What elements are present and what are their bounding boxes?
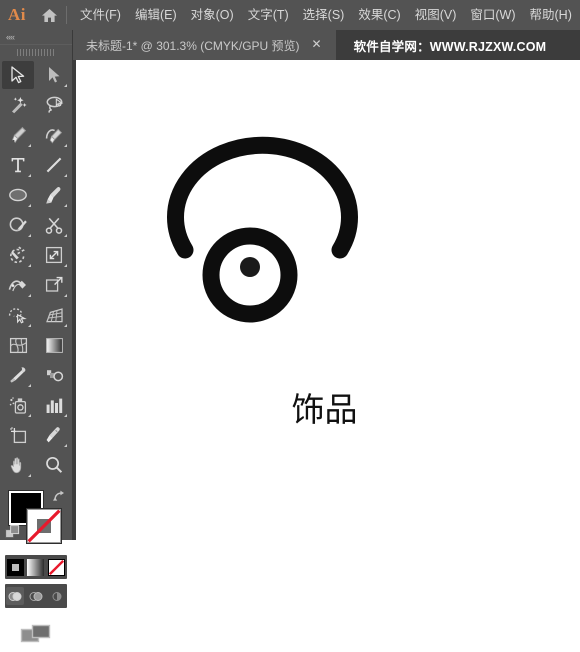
tool-flyout-indicator	[28, 294, 31, 297]
tool-flyout-indicator	[28, 474, 31, 477]
draw-normal-button[interactable]	[6, 587, 25, 605]
curvature-tool[interactable]	[38, 121, 70, 149]
artboard-tool[interactable]	[2, 421, 34, 449]
tool-flyout-indicator	[64, 144, 67, 147]
home-icon[interactable]	[34, 0, 64, 30]
tool-flyout-indicator	[64, 324, 67, 327]
collapse-panel-icon[interactable]: ««	[6, 32, 15, 42]
menu-type[interactable]: 文字(T)	[241, 0, 296, 30]
mesh-tool[interactable]	[2, 331, 34, 359]
draw-inside-icon	[52, 591, 62, 601]
free-transform-tool[interactable]	[38, 271, 70, 299]
paintbrush-tool[interactable]	[38, 181, 70, 209]
tool-flyout-indicator	[64, 234, 67, 237]
tool-flyout-indicator	[64, 204, 67, 207]
none-icon	[49, 559, 65, 575]
draw-behind-icon	[29, 591, 43, 601]
tool-flyout-indicator	[28, 234, 31, 237]
menu-effect[interactable]: 效果(C)	[351, 0, 407, 30]
drag-grip-icon	[17, 48, 55, 56]
menu-file[interactable]: 文件(F)	[73, 0, 128, 30]
blend-tool[interactable]	[38, 361, 70, 389]
watermark-text: 软件自学网：WWW.RJZXW.COM	[353, 39, 547, 54]
stroke-color-swatch[interactable]	[27, 509, 61, 543]
draw-normal-icon	[8, 591, 22, 601]
shape-builder-tool[interactable]	[2, 301, 34, 329]
pendant-center-dot	[240, 257, 260, 277]
menu-edit[interactable]: 编辑(E)	[128, 0, 184, 30]
tool-flyout-indicator	[28, 264, 31, 267]
eyedropper-tool[interactable]	[2, 361, 34, 389]
shaper-tool[interactable]	[2, 211, 34, 239]
tool-grid	[0, 59, 72, 481]
zoom-tool[interactable]	[38, 451, 70, 479]
stroke-none-indicator	[27, 509, 61, 543]
menu-select[interactable]: 选择(S)	[296, 0, 352, 30]
menu-window[interactable]: 窗口(W)	[463, 0, 522, 30]
menu-object[interactable]: 对象(O)	[184, 0, 241, 30]
tool-flyout-indicator	[28, 324, 31, 327]
scale-tool[interactable]	[38, 241, 70, 269]
tool-flyout-indicator	[28, 144, 31, 147]
swap-fill-stroke-icon[interactable]	[53, 489, 67, 507]
tool-flyout-indicator	[64, 264, 67, 267]
illustrator-window: Ai 文件(F) 编辑(E) 对象(O) 文字(T) 选择(S) 效果(C) 视…	[0, 0, 580, 643]
artwork-caption[interactable]: 饰品	[277, 388, 372, 432]
solid-color-icon	[11, 563, 19, 571]
gradient-mode-button[interactable]	[27, 558, 45, 576]
selection-tool[interactable]	[2, 61, 34, 89]
pen-tool[interactable]	[2, 121, 34, 149]
tool-flyout-indicator	[64, 444, 67, 447]
tool-flyout-indicator	[64, 294, 67, 297]
rotate-tool[interactable]	[2, 241, 34, 269]
symbol-sprayer-tool[interactable]	[2, 391, 34, 419]
scissors-tool[interactable]	[38, 211, 70, 239]
document-tab-bar: 未标题-1* @ 301.3% (CMYK/GPU 预览) ✕ 软件自学网：WW…	[72, 30, 580, 60]
none-mode-button[interactable]	[48, 558, 66, 576]
magic-wand-tool[interactable]	[2, 91, 34, 119]
draw-inside-button[interactable]	[48, 587, 66, 605]
tool-flyout-indicator	[28, 384, 31, 387]
tool-flyout-indicator	[28, 204, 31, 207]
tool-flyout-indicator	[28, 174, 31, 177]
tool-flyout-indicator	[64, 84, 67, 87]
width-tool[interactable]	[2, 271, 34, 299]
change-screen-mode-button[interactable]	[0, 616, 72, 652]
screen-mode-icon	[20, 624, 51, 643]
artboard[interactable]: 饰品	[72, 60, 580, 540]
canvas-area[interactable]: 饰品	[72, 60, 580, 540]
tools-panel-header: ««	[0, 30, 72, 45]
canvas-left-border	[72, 60, 76, 540]
slice-tool[interactable]	[38, 421, 70, 449]
tool-flyout-indicator	[64, 174, 67, 177]
document-tab-title: 未标题-1* @ 301.3% (CMYK/GPU 预览)	[86, 38, 300, 53]
gradient-tool[interactable]	[38, 331, 70, 359]
drawing-mode-row	[5, 584, 67, 608]
tools-panel: ««	[0, 30, 73, 643]
color-mode-row	[5, 555, 67, 579]
default-fill-stroke-icon[interactable]	[5, 525, 21, 546]
menu-item-list: 文件(F) 编辑(E) 对象(O) 文字(T) 选择(S) 效果(C) 视图(V…	[73, 0, 579, 30]
menu-divider	[66, 6, 67, 24]
jewelry-necklace-artwork[interactable]	[72, 60, 580, 540]
line-segment-tool[interactable]	[38, 151, 70, 179]
perspective-grid-tool[interactable]	[38, 301, 70, 329]
document-tab[interactable]: 未标题-1* @ 301.3% (CMYK/GPU 预览) ✕	[72, 30, 336, 60]
color-mode-button[interactable]	[6, 558, 24, 576]
tool-flyout-indicator	[64, 414, 67, 417]
hand-tool[interactable]	[2, 451, 34, 479]
ellipse-tool[interactable]	[2, 181, 34, 209]
ai-logo-icon: Ai	[8, 5, 26, 24]
lasso-tool[interactable]	[38, 91, 70, 119]
column-graph-tool[interactable]	[38, 391, 70, 419]
type-tool[interactable]	[2, 151, 34, 179]
close-icon[interactable]: ✕	[310, 38, 324, 52]
menu-help[interactable]: 帮助(H)	[523, 0, 579, 30]
menu-bar: Ai 文件(F) 编辑(E) 对象(O) 文字(T) 选择(S) 效果(C) 视…	[0, 0, 580, 30]
tool-flyout-indicator	[28, 414, 31, 417]
tools-panel-drag-handle[interactable]	[0, 45, 72, 59]
draw-behind-button[interactable]	[27, 587, 45, 605]
menu-view[interactable]: 视图(V)	[408, 0, 464, 30]
direct-selection-tool[interactable]	[38, 61, 70, 89]
